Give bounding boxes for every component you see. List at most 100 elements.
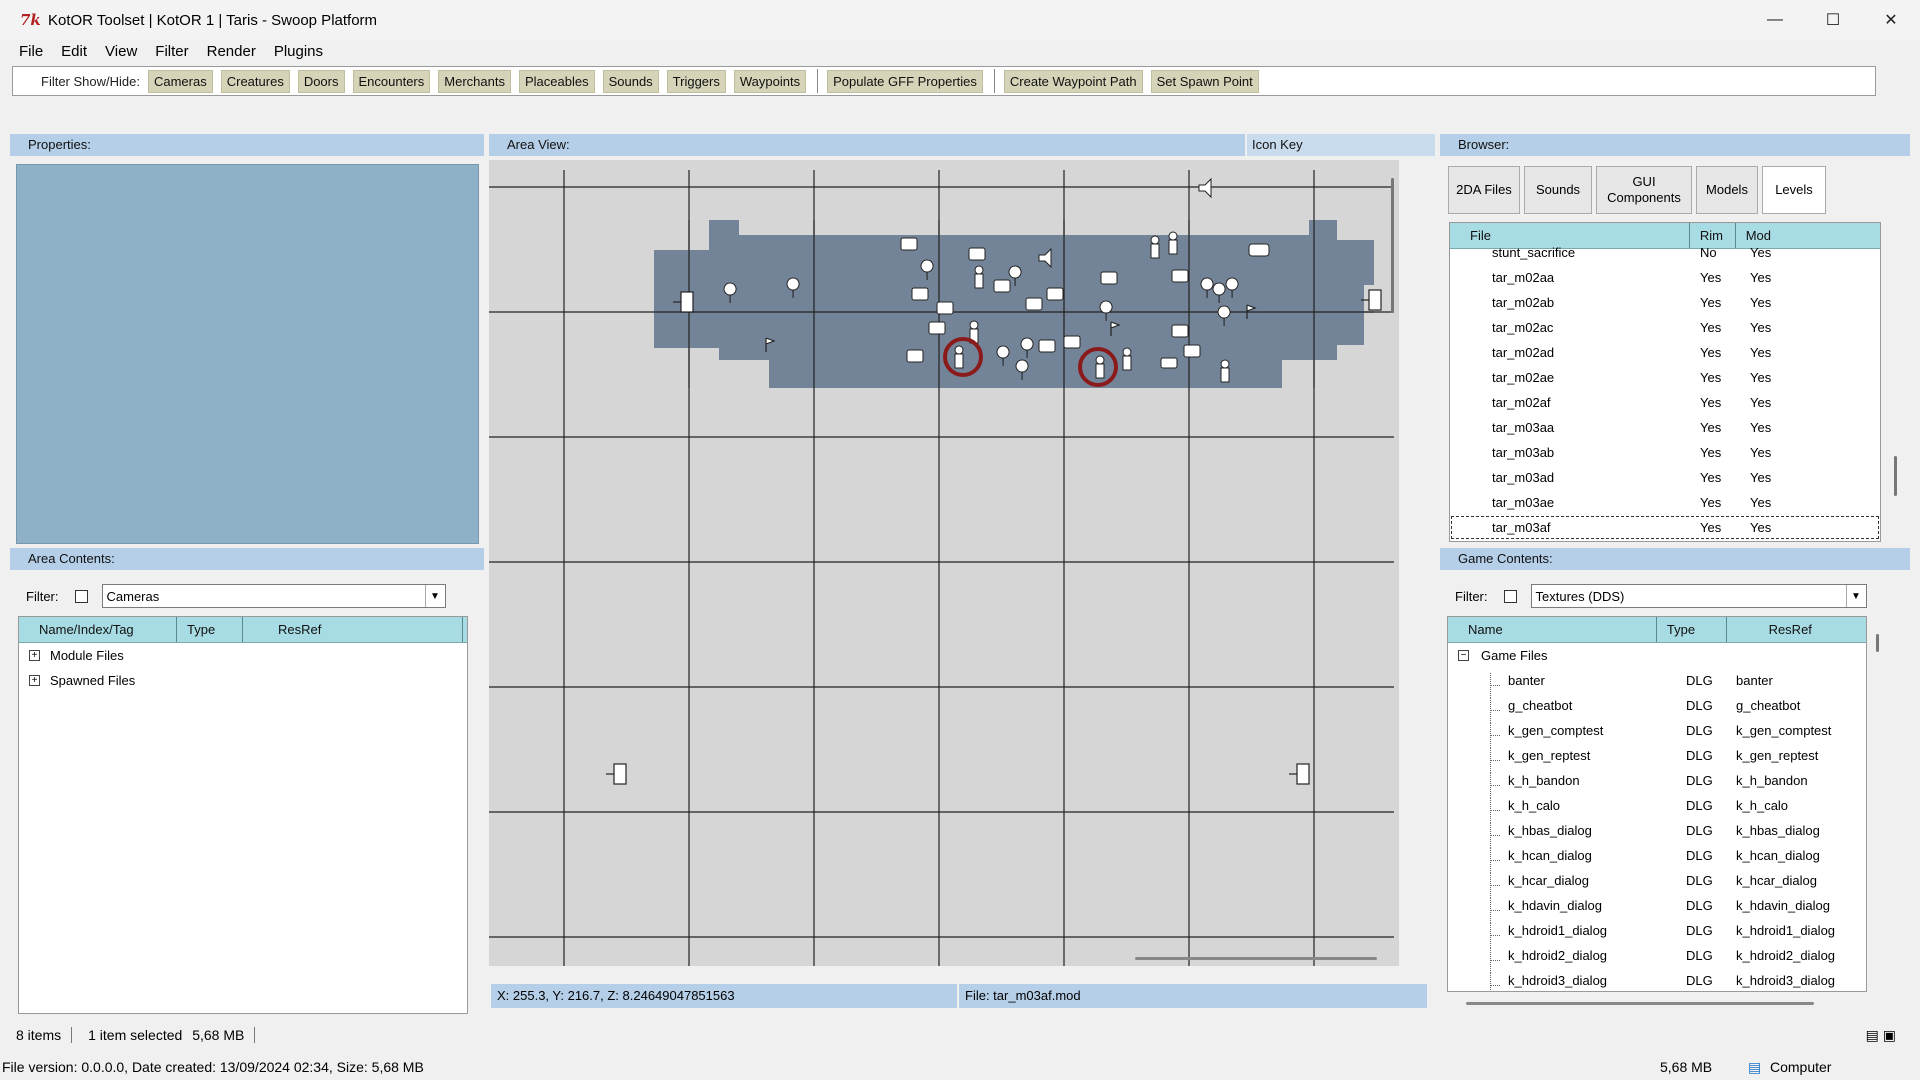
game-file-name-cell: k_h_calo xyxy=(1448,798,1666,823)
area-map-svg[interactable] xyxy=(489,160,1399,966)
game-file-name: k_gen_comptest xyxy=(1508,723,1604,738)
level-row[interactable]: tar_m02af Yes Yes xyxy=(1450,390,1880,415)
level-row[interactable]: tar_m02ad Yes Yes xyxy=(1450,340,1880,365)
level-row[interactable]: tar_m02ab Yes Yes xyxy=(1450,290,1880,315)
filter-placeables-button[interactable]: Placeables xyxy=(518,69,595,93)
menu-render[interactable]: Render xyxy=(198,43,265,60)
area-filter-combo[interactable]: Cameras ▼ xyxy=(101,584,446,608)
game-contents-tree[interactable]: Name Type ResRef − Game Files banter DLG b… xyxy=(1447,616,1867,992)
levels-scrollbar[interactable] xyxy=(1894,456,1897,496)
chevron-down-icon[interactable]: ▼ xyxy=(1845,585,1866,607)
area-filter-value: Cameras xyxy=(106,588,160,604)
menu-file[interactable]: File xyxy=(10,43,52,60)
area-vertical-scrollbar[interactable] xyxy=(1391,178,1394,313)
details-view-icon[interactable]: ▤ ▣ xyxy=(1866,1027,1896,1044)
game-file-name-cell: k_hcar_dialog xyxy=(1448,873,1666,898)
tab-levels[interactable]: Levels xyxy=(1762,166,1826,214)
game-file-row[interactable]: k_hcar_dialog DLG k_hcar_dialog xyxy=(1448,868,1866,898)
tree-node[interactable]: − Game Files xyxy=(1448,643,1866,668)
game-file-row[interactable]: k_gen_reptest DLG k_gen_reptest xyxy=(1448,743,1866,773)
area-contents-tree[interactable]: Name/Index/Tag Type ResRef + Module File… xyxy=(18,616,468,1014)
tab-2da-files[interactable]: 2DA Files xyxy=(1448,166,1520,214)
game-file-row[interactable]: g_cheatbot DLG g_cheatbot xyxy=(1448,693,1866,723)
close-icon[interactable]: ✕ xyxy=(1862,0,1920,40)
tab-sounds[interactable]: Sounds xyxy=(1524,166,1592,214)
computer-icon: ▤ xyxy=(1748,1058,1762,1075)
tree-connector xyxy=(1490,885,1500,886)
game-file-row[interactable]: k_hbas_dialog DLG k_hbas_dialog xyxy=(1448,818,1866,848)
game-filter-combo[interactable]: Textures (DDS) ▼ xyxy=(1530,584,1867,608)
set-spawn-point-button[interactable]: Set Spawn Point xyxy=(1150,69,1259,93)
menu-filter[interactable]: Filter xyxy=(146,43,197,60)
filter-doors-button[interactable]: Doors xyxy=(297,69,345,93)
game-file-row[interactable]: k_hdavin_dialog DLG k_hdavin_dialog xyxy=(1448,893,1866,923)
filter-triggers-button[interactable]: Triggers xyxy=(666,69,726,93)
area-horizontal-scrollbar[interactable] xyxy=(1135,957,1377,960)
filter-creatures-button[interactable]: Creatures xyxy=(220,69,290,93)
game-file-row[interactable]: k_hdroid2_dialog DLG k_hdroid2_dialog xyxy=(1448,943,1866,973)
menu-view[interactable]: View xyxy=(96,43,146,60)
minimize-icon[interactable]: — xyxy=(1746,0,1804,40)
level-row[interactable]: tar_m02ac Yes Yes xyxy=(1450,315,1880,340)
menu-plugins[interactable]: Plugins xyxy=(265,43,332,60)
icon-key-button[interactable]: Icon Key xyxy=(1247,134,1435,156)
maximize-icon[interactable]: ☐ xyxy=(1804,0,1862,40)
game-file-name-cell: k_hcan_dialog xyxy=(1448,848,1666,873)
area-map-canvas[interactable] xyxy=(489,160,1399,966)
tree-connector xyxy=(1490,710,1500,711)
game-file-row[interactable]: k_hdroid3_dialog DLG k_hdroid3_dialog xyxy=(1448,968,1866,991)
game-file-resref-cell: k_hdroid3_dialog xyxy=(1736,973,1836,988)
game-contents-vscrollbar[interactable] xyxy=(1876,634,1879,652)
browser-header: Browser: xyxy=(1440,134,1910,156)
game-file-row[interactable]: k_hdroid1_dialog DLG k_hdroid1_dialog xyxy=(1448,918,1866,948)
level-row[interactable]: tar_m02ae Yes Yes xyxy=(1450,365,1880,390)
game-rows: banter DLG banter g_cheatbot DLG g_cheatbot k_… xyxy=(1448,668,1866,991)
game-file-resref-cell: k_hdavin_dialog xyxy=(1736,898,1830,913)
level-row[interactable]: tar_m03ad Yes Yes xyxy=(1450,465,1880,490)
tab-gui-components[interactable]: GUI Components xyxy=(1596,166,1692,214)
level-file-cell: tar_m02af xyxy=(1492,395,1551,410)
level-mod-cell: Yes xyxy=(1750,320,1772,335)
tree-node[interactable]: + Module Files xyxy=(19,643,467,668)
level-row[interactable]: tar_m03ab Yes Yes xyxy=(1450,440,1880,465)
col-resref[interactable]: ResRef xyxy=(1727,617,1866,642)
populate-gff-button[interactable]: Populate GFF Properties xyxy=(827,69,983,93)
levels-table[interactable]: File Rim Mod stunt_sacrifice No Yes tar_m02… xyxy=(1449,222,1881,542)
level-row[interactable]: tar_m03aa Yes Yes xyxy=(1450,415,1880,440)
tree-node[interactable]: + Spawned Files xyxy=(19,668,467,693)
filter-cameras-button[interactable]: Cameras xyxy=(147,69,213,93)
game-file-row[interactable]: k_h_calo DLG k_h_calo xyxy=(1448,793,1866,823)
col-type[interactable]: Type xyxy=(1657,617,1727,642)
game-file-row[interactable]: banter DLG banter xyxy=(1448,668,1866,698)
level-row[interactable]: tar_m03ae Yes Yes xyxy=(1450,490,1880,515)
level-file-cell: tar_m02ad xyxy=(1492,345,1555,360)
menu-edit[interactable]: Edit xyxy=(52,43,96,60)
col-name[interactable]: Name xyxy=(1448,617,1657,642)
col-name-index-tag[interactable]: Name/Index/Tag xyxy=(19,617,177,642)
filter-encounters-button[interactable]: Encounters xyxy=(352,69,431,93)
filter-sounds-button[interactable]: Sounds xyxy=(602,69,659,93)
game-filter-checkbox[interactable] xyxy=(1503,589,1517,603)
tree-connector xyxy=(1490,785,1500,786)
create-waypoint-path-button[interactable]: Create Waypoint Path xyxy=(1003,69,1143,93)
col-resref[interactable]: ResRef xyxy=(243,617,463,642)
tab-models[interactable]: Models xyxy=(1696,166,1758,214)
area-filter-checkbox[interactable] xyxy=(74,589,88,603)
filter-waypoints-button[interactable]: Waypoints xyxy=(733,69,807,93)
filter-merchants-button[interactable]: Merchants xyxy=(438,69,511,93)
game-file-row[interactable]: k_hcan_dialog DLG k_hcan_dialog xyxy=(1448,843,1866,873)
game-file-row[interactable]: k_h_bandon DLG k_h_bandon xyxy=(1448,768,1866,798)
level-row[interactable]: tar_m03af Yes Yes xyxy=(1450,515,1880,540)
game-file-name-cell: k_h_bandon xyxy=(1448,773,1666,798)
expand-icon[interactable]: + xyxy=(29,650,40,661)
game-file-row[interactable]: k_gen_comptest DLG k_gen_comptest xyxy=(1448,718,1866,748)
collapse-icon[interactable]: − xyxy=(1458,650,1469,661)
expand-icon[interactable]: + xyxy=(29,675,40,686)
chevron-down-icon[interactable]: ▼ xyxy=(424,585,445,607)
game-file-type-cell: DLG xyxy=(1686,948,1713,963)
game-file-type-cell: DLG xyxy=(1686,748,1713,763)
level-row[interactable]: tar_m02aa Yes Yes xyxy=(1450,265,1880,290)
col-type[interactable]: Type xyxy=(177,617,243,642)
game-contents-hscrollbar[interactable] xyxy=(1466,1002,1814,1005)
filter-show-hide-label: Filter Show/Hide: xyxy=(41,73,140,89)
